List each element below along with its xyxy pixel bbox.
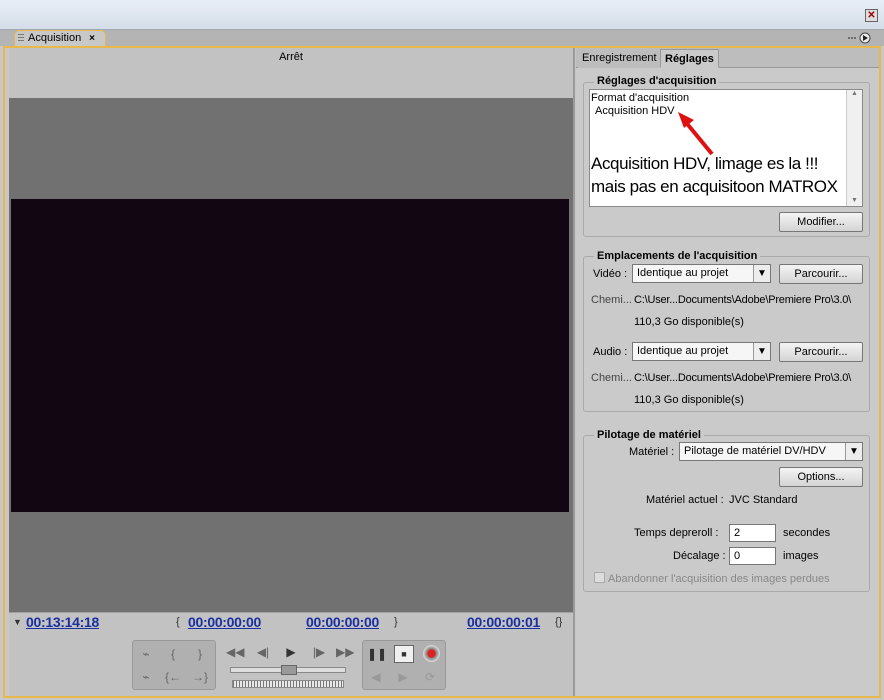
timecode-menu-icon[interactable]: ▼ xyxy=(13,617,22,627)
playback-controls: ◀◀ ◀| ▶ |▶ ▶▶ xyxy=(220,640,356,692)
duration-timecode[interactable]: 00:00:00:01 xyxy=(467,614,540,630)
offset-label: Décalage : xyxy=(673,550,726,562)
audio-select-value: Identique au projet xyxy=(637,345,729,357)
tab-recording[interactable]: Enregistrement xyxy=(578,49,662,68)
modify-button[interactable]: Modifier... xyxy=(779,212,863,232)
options-button[interactable]: Options... xyxy=(779,467,863,487)
set-marker-icon[interactable]: ⌁ xyxy=(137,646,155,662)
set-out-icon[interactable]: } xyxy=(191,646,209,662)
format-label: Format d'acquisition xyxy=(591,92,690,104)
device-select-value: Pilotage de matériel DV/HDV xyxy=(684,445,826,457)
capture-settings-title: Réglages d'acquisition xyxy=(594,75,720,87)
audio-location-select[interactable]: Identique au projet ▼ xyxy=(632,342,771,361)
goto-marker-icon[interactable]: ⌁ xyxy=(137,669,155,685)
video-select-value: Identique au projet xyxy=(637,267,729,279)
tab-close-icon[interactable]: × xyxy=(89,31,95,46)
goto-out-icon[interactable]: →} xyxy=(191,669,209,685)
device-select[interactable]: Pilotage de matériel DV/HDV ▼ xyxy=(679,442,863,461)
audio-label: Audio : xyxy=(593,346,628,358)
marker-button-group: ⌁ { } ⌁ {← →} xyxy=(132,640,216,690)
annotation-line-1: Acquisition HDV, limage es la !!! xyxy=(591,154,819,173)
device-label: Matériel : xyxy=(629,446,675,458)
audio-browse-button[interactable]: Parcourir... xyxy=(779,342,863,362)
panel-menu-icon xyxy=(848,32,871,44)
abort-checkbox[interactable] xyxy=(594,572,605,583)
video-path: C:\User...Documents\Adobe\Premiere Pro\3… xyxy=(634,294,851,306)
preroll-input[interactable]: 2 xyxy=(729,524,776,542)
red-arrow-icon xyxy=(678,112,714,156)
capture-button-group: ❚❚ ■ ◀ ▶ ⟳ xyxy=(362,640,446,690)
monitor-status: Arrêt xyxy=(9,48,573,98)
video-location-select[interactable]: Identique au projet ▼ xyxy=(632,264,771,283)
current-device-label: Matériel actuel : xyxy=(646,494,724,506)
preroll-label: Temps depreroll : xyxy=(634,527,719,539)
fast-forward-icon[interactable]: ▶▶ xyxy=(336,644,354,660)
capture-locations-title: Emplacements de l'acquisition xyxy=(594,250,761,262)
video-space: 110,3 Go disponible(s) xyxy=(634,316,744,328)
status-text: Arrêt xyxy=(279,51,303,63)
out-point-timecode[interactable]: 00:00:00:00 xyxy=(306,614,379,630)
preroll-unit: secondes xyxy=(783,527,831,539)
audio-path-label: Chemi... xyxy=(591,372,632,384)
panel-divider[interactable] xyxy=(573,48,575,696)
goto-in-icon[interactable]: {← xyxy=(164,669,182,685)
scroll-up-icon[interactable]: ▲ xyxy=(847,90,862,97)
record-icon[interactable] xyxy=(423,645,440,662)
video-browse-button[interactable]: Parcourir... xyxy=(779,264,863,284)
window-title-bar xyxy=(0,0,884,30)
rewind-icon[interactable]: ◀◀ xyxy=(226,644,244,660)
device-control-title: Pilotage de matériel xyxy=(594,429,704,441)
pause-icon[interactable]: ❚❚ xyxy=(367,646,387,662)
scene-detect-icon[interactable]: ⟳ xyxy=(421,669,439,685)
video-path-label: Chemi... xyxy=(591,294,632,306)
out-point-icon: } xyxy=(394,616,398,628)
tab-label: Acquisition xyxy=(28,32,82,44)
set-in-icon[interactable]: { xyxy=(164,646,182,662)
panel-menu-button[interactable] xyxy=(846,32,872,44)
step-forward-icon[interactable]: |▶ xyxy=(310,644,328,660)
tab-settings[interactable]: Réglages xyxy=(660,49,719,68)
video-label: Vidéo : xyxy=(593,268,628,280)
audio-space: 110,3 Go disponible(s) xyxy=(634,394,744,406)
audio-path: C:\User...Documents\Adobe\Premiere Pro\3… xyxy=(634,372,851,384)
shuttle-handle[interactable] xyxy=(281,665,297,675)
jog-wheel[interactable] xyxy=(232,680,344,688)
abort-checkbox-label: Abandonner l'acquisition des images perd… xyxy=(608,573,830,585)
shuttle-slider[interactable] xyxy=(230,665,346,675)
chevron-down-icon: ▼ xyxy=(845,443,862,460)
in-point-timecode[interactable]: 00:00:00:00 xyxy=(188,614,261,630)
rewind-small-icon[interactable]: ◀ xyxy=(367,669,385,685)
grip-icon[interactable] xyxy=(18,34,24,43)
offset-unit: images xyxy=(783,550,819,562)
current-timecode[interactable]: 00:13:14:18 xyxy=(26,614,99,630)
panel-tab-strip xyxy=(0,30,884,46)
tab-acquisition[interactable]: Acquisition × xyxy=(14,30,106,47)
annotation-line-2: mais pas en acquisitoon MATROX xyxy=(591,177,838,196)
play-icon[interactable]: ▶ xyxy=(282,644,300,660)
scroll-down-icon[interactable]: ▼ xyxy=(847,197,862,204)
offset-input[interactable]: 0 xyxy=(729,547,776,565)
video-preview xyxy=(11,199,569,512)
format-scrollbar[interactable]: ▲ ▼ xyxy=(846,90,862,206)
duration-icon: {} xyxy=(555,616,563,628)
current-device-value: JVC Standard xyxy=(729,494,798,506)
step-back-icon[interactable]: ◀| xyxy=(254,644,272,660)
format-value: Acquisition HDV xyxy=(595,105,675,117)
in-point-icon: { xyxy=(176,616,180,628)
close-window-button[interactable]: ✕ xyxy=(865,9,878,22)
forward-small-icon[interactable]: ▶ xyxy=(394,669,412,685)
chevron-down-icon: ▼ xyxy=(753,265,770,282)
chevron-down-icon: ▼ xyxy=(753,343,770,360)
stop-icon[interactable]: ■ xyxy=(394,645,414,663)
